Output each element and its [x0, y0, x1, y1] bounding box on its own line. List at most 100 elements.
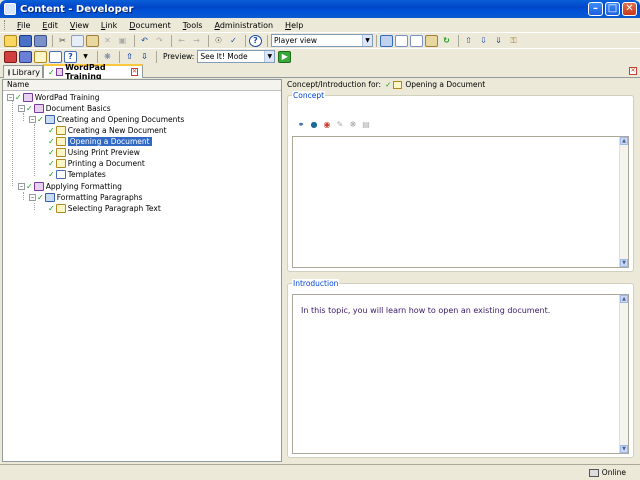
chevron-down-icon[interactable]: ▼ — [79, 51, 92, 63]
tree-node[interactable]: – ✓ Creating and Opening Documents — [29, 114, 184, 125]
open-icon[interactable] — [4, 34, 17, 47]
move-down-icon[interactable]: ⇩ — [138, 51, 151, 63]
introduction-scrollbar[interactable]: ▲ ▼ — [619, 295, 628, 453]
find-icon[interactable]: ☉ — [212, 35, 225, 47]
concept-scrollbar[interactable]: ▲ ▼ — [619, 137, 628, 267]
settings-icon[interactable]: ❋ — [348, 120, 358, 130]
tree-line — [23, 192, 24, 200]
menu-help[interactable]: Help — [279, 21, 309, 30]
menu-administration[interactable]: Administration — [208, 21, 279, 30]
layout-vertical-icon[interactable] — [410, 34, 423, 47]
close-tab-icon[interactable]: ✕ — [130, 68, 138, 76]
tree-node[interactable]: – ✓ Formatting Paragraphs — [29, 192, 142, 203]
paste-icon[interactable] — [86, 34, 99, 47]
forward-icon[interactable]: → — [190, 35, 203, 47]
collapse-icon[interactable]: – — [7, 94, 14, 101]
unlink-icon[interactable]: ◉ — [322, 120, 332, 130]
scroll-up-icon[interactable]: ▲ — [620, 295, 628, 303]
concept-group: Concept ⚭ ● ◉ ✎ ❋ ▤ ▲ ▼ — [287, 91, 634, 272]
layout-horizontal-icon[interactable] — [395, 34, 408, 47]
view-combo[interactable]: Player view ▼ — [271, 34, 373, 47]
link-icon[interactable]: ⚭ — [296, 120, 306, 130]
topic-icon — [55, 126, 66, 135]
spell-check-icon[interactable]: ✓ — [227, 35, 240, 47]
tree-node-selected[interactable]: ✓ Opening a Document — [48, 136, 152, 147]
scroll-down-icon[interactable]: ▼ — [620, 259, 628, 267]
menu-tools[interactable]: Tools — [177, 21, 209, 30]
check-in-icon[interactable]: ⇧ — [462, 35, 475, 47]
copy-icon[interactable] — [71, 34, 84, 47]
check-icon: ✓ — [15, 93, 22, 102]
web-page-icon[interactable] — [49, 50, 62, 63]
check-icon: ✓ — [26, 182, 33, 191]
cut-icon[interactable]: ✂ — [56, 35, 69, 47]
document-icon[interactable]: ▤ — [361, 120, 371, 130]
module-icon — [33, 182, 44, 191]
globe-icon[interactable]: ● — [309, 120, 319, 130]
scroll-up-icon[interactable]: ▲ — [620, 137, 628, 145]
tab-library-label: Library — [12, 67, 40, 77]
introduction-editor[interactable]: In this topic, you will learn how to ope… — [292, 294, 629, 454]
tree-node[interactable]: – ✓ Applying Formatting — [18, 181, 122, 192]
undo-icon[interactable]: ↶ — [138, 35, 151, 47]
tree-node-label: Document Basics — [45, 104, 111, 113]
menu-file[interactable]: File — [11, 21, 36, 30]
back-icon[interactable]: ← — [175, 35, 188, 47]
column-header-name[interactable]: Name — [3, 80, 281, 91]
tab-library[interactable]: Library — [3, 65, 43, 78]
play-preview-icon[interactable]: ▶ — [278, 50, 292, 63]
edit-icon[interactable]: ✎ — [335, 120, 345, 130]
collapse-icon[interactable]: – — [18, 105, 25, 112]
menu-edit[interactable]: Edit — [36, 21, 64, 30]
question-icon[interactable]: ? — [64, 50, 77, 63]
collapse-icon[interactable]: – — [29, 116, 36, 123]
tree-node[interactable]: – ✓ WordPad Training — [7, 92, 100, 103]
concept-editor[interactable]: ▲ ▼ — [292, 136, 629, 268]
tree-node[interactable]: ✓ Selecting Paragraph Text — [48, 203, 161, 214]
tree-node[interactable]: ✓ Creating a New Document — [48, 125, 167, 136]
toolbar-separator — [208, 34, 209, 47]
delete-icon[interactable]: ✕ — [101, 35, 114, 47]
layout-single-icon[interactable] — [380, 34, 393, 47]
scroll-down-icon[interactable]: ▼ — [620, 445, 628, 453]
menu-view[interactable]: View — [64, 21, 95, 30]
chevron-down-icon[interactable]: ▼ — [362, 35, 372, 46]
tab-wordpad-training[interactable]: ✓ WordPad Training ✕ — [43, 63, 143, 81]
settings-icon[interactable]: ❋ — [101, 51, 114, 63]
title-bar[interactable]: Content - Developer – □ ✕ — [0, 0, 640, 18]
topic-icon[interactable] — [34, 50, 47, 63]
tree-node[interactable]: ✓ Templates — [48, 169, 106, 180]
collapse-icon[interactable]: – — [29, 194, 36, 201]
tree-line — [23, 113, 24, 121]
menu-link[interactable]: Link — [95, 21, 123, 30]
preview-mode-combo[interactable]: See It! Mode ▼ — [197, 50, 276, 63]
open-document-icon[interactable] — [425, 34, 438, 47]
close-button[interactable]: ✕ — [622, 2, 637, 16]
close-panel-icon[interactable]: ✕ — [629, 67, 637, 75]
topic-icon — [393, 80, 403, 89]
topic-icon — [55, 159, 66, 168]
lock-icon[interactable]: ⚿ — [507, 35, 520, 47]
redo-icon[interactable]: ↷ — [153, 35, 166, 47]
package-icon[interactable] — [19, 50, 32, 63]
tree-node[interactable]: – ✓ Document Basics — [18, 103, 111, 114]
refresh-icon[interactable]: ↻ — [440, 35, 453, 47]
menu-document[interactable]: Document — [123, 21, 176, 30]
check-out-icon[interactable]: ⇩ — [477, 35, 490, 47]
tree-node[interactable]: ✓ Using Print Preview — [48, 147, 140, 158]
toolbar-separator — [171, 34, 172, 47]
get-latest-icon[interactable]: ⇓ — [492, 35, 505, 47]
move-up-icon[interactable]: ⇧ — [123, 51, 136, 63]
properties-icon[interactable]: ▣ — [116, 35, 129, 47]
save-icon[interactable] — [19, 34, 32, 47]
tree-node[interactable]: ✓ Printing a Document — [48, 158, 145, 169]
minimize-button[interactable]: – — [588, 2, 603, 16]
help-icon[interactable]: ? — [249, 34, 262, 47]
maximize-button[interactable]: □ — [605, 2, 620, 16]
chevron-down-icon[interactable]: ▼ — [264, 51, 275, 62]
toolbar-separator — [119, 50, 120, 63]
collapse-icon[interactable]: – — [18, 183, 25, 190]
save-all-icon[interactable] — [34, 34, 47, 47]
outline-icon[interactable] — [4, 50, 17, 63]
breadcrumb-item: Opening a Document — [405, 80, 486, 89]
